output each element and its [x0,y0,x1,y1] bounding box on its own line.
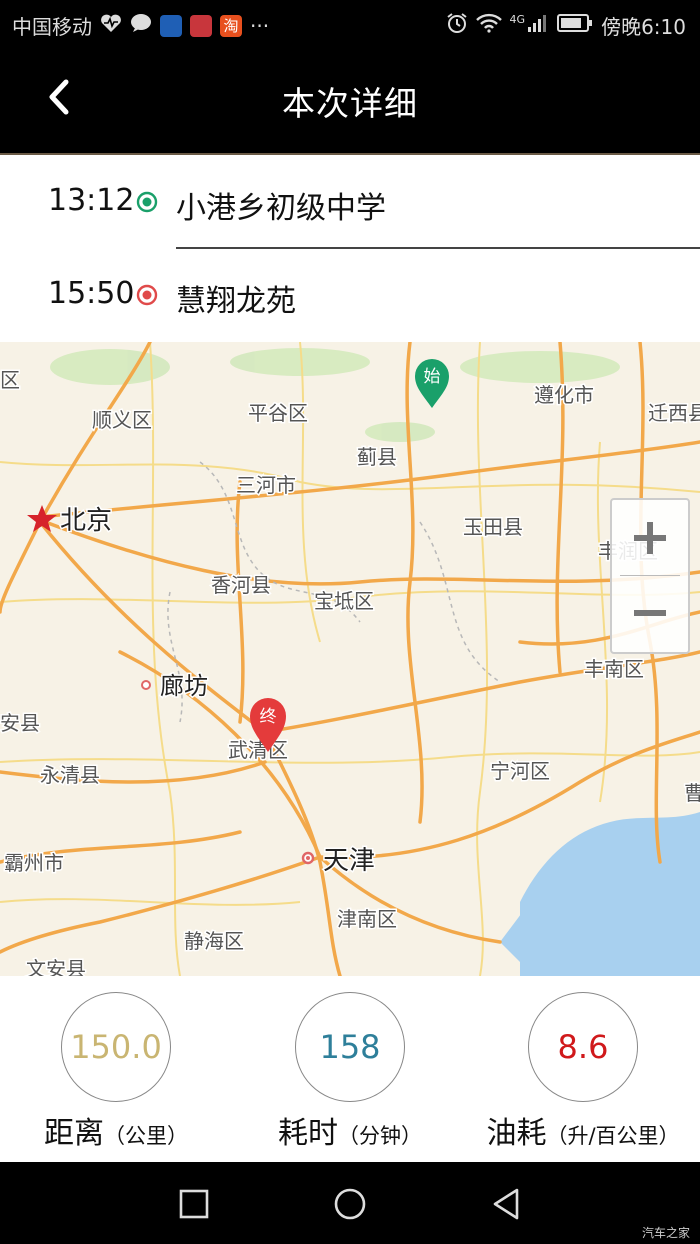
status-bar: 中国移动 淘 ··· 4G 傍晚6:10 [0,0,700,50]
map-label: 北京 [60,506,112,536]
nav-home-icon [334,1188,366,1220]
map-label: 天津 [323,846,375,876]
battery-icon [557,13,593,38]
map-label: 迁西县 [648,401,700,425]
map-label: 文安县 [26,957,86,976]
map-label: 安县 [0,711,40,735]
more-icon: ··· [250,13,270,38]
start-marker-label: 始 [424,367,441,387]
map-label: 遵化市 [534,383,594,407]
map-label: 曹 [684,781,700,805]
duration-value: 158 [295,992,405,1102]
route-end-row: 15:50 慧翔龙苑 [0,248,700,338]
map-label: 三河市 [236,473,296,497]
minus-icon [634,610,666,616]
map-label: 静海区 [184,929,244,953]
message-icon [130,13,152,38]
plus-icon [634,522,666,554]
zoom-in-button[interactable] [612,500,688,575]
map-label: 津南区 [337,907,397,931]
map-label: 永清县 [40,763,100,787]
signal-icon [527,13,549,38]
car-app-icon [160,14,182,37]
fuel-stat: 8.6 油耗（升/百公里） [473,992,693,1152]
duration-label-row: 耗时（分钟） [240,1108,460,1152]
map-label: 蓟县 [357,445,397,469]
duration-label: 耗时 [278,1116,338,1151]
alarm-icon [446,12,468,39]
zoom-controls [610,498,690,654]
duration-unit: （分钟） [338,1124,422,1148]
nav-back-button[interactable] [482,1180,530,1228]
map-label: 霸州市 [4,851,64,875]
distance-unit: （公里） [104,1124,188,1148]
route-summary: 13:12 小港乡初级中学 15:50 慧翔龙苑 [0,155,700,342]
map-label: 宁河区 [490,759,550,783]
nav-back-icon [493,1188,519,1220]
map-label: 丰南区 [584,657,644,681]
map-label: 玉田县 [463,515,523,539]
end-time: 15:50 [48,276,135,311]
distance-label: 距离 [44,1116,104,1151]
map-canvas: 区 顺义区 平谷区 遵化市 迁西县 蓟县 三河市 北京 玉田县 丰润区 香河县 … [0,342,700,976]
distance-stat: 150.0 距离（公里） [6,992,226,1152]
header-bar: 本次详细 [0,50,700,153]
distance-value: 150.0 [61,992,171,1102]
carrier-name: 中国移动 [12,15,92,39]
route-start-row: 13:12 小港乡初级中学 [0,155,700,249]
nav-home-button[interactable] [326,1180,374,1228]
news-app-icon [190,14,212,37]
taobao-icon: 淘 [220,14,242,37]
zoom-out-button[interactable] [612,576,688,651]
wifi-icon [475,13,502,38]
fuel-label: 油耗 [486,1116,547,1151]
map-view[interactable]: 区 顺义区 平谷区 遵化市 迁西县 蓟县 三河市 北京 玉田县 丰润区 香河县 … [0,342,700,976]
fuel-value: 8.6 [528,992,638,1102]
map-label: 顺义区 [92,408,152,432]
map-label: 廊坊 [160,672,208,700]
duration-stat: 158 耗时（分钟） [240,992,460,1152]
map-label: 平谷区 [248,401,308,425]
map-label: 武清区 [228,738,288,762]
fuel-unit: （升/百公里） [546,1124,680,1148]
end-place: 慧翔龙苑 [176,284,296,319]
end-dot-icon [136,284,158,306]
nav-recents-button[interactable] [170,1180,218,1228]
heart-pulse-icon [100,13,122,38]
trip-stats: 150.0 距离（公里） 158 耗时（分钟） 8.6 油耗（升/百公里） [0,976,700,1162]
start-place: 小港乡初级中学 [176,191,386,226]
distance-label-row: 距离（公里） [6,1108,226,1152]
clock: 傍晚6:10 [601,15,686,39]
map-label: 香河县 [211,573,271,597]
start-marker[interactable]: 始 [415,359,449,408]
page-title: 本次详细 [282,84,418,123]
nav-recents-icon [179,1189,209,1219]
end-marker-label: 终 [260,707,277,727]
fuel-label-row: 油耗（升/百公里） [473,1108,693,1152]
map-label: 宝坻区 [314,589,374,613]
start-dot-icon [136,191,158,213]
start-time: 13:12 [48,183,135,218]
system-nav-bar: 汽车之家 [0,1162,700,1244]
map-label: 区 [0,368,20,392]
watermark: 汽车之家 [641,1226,690,1240]
network-type: 4G [509,13,526,26]
